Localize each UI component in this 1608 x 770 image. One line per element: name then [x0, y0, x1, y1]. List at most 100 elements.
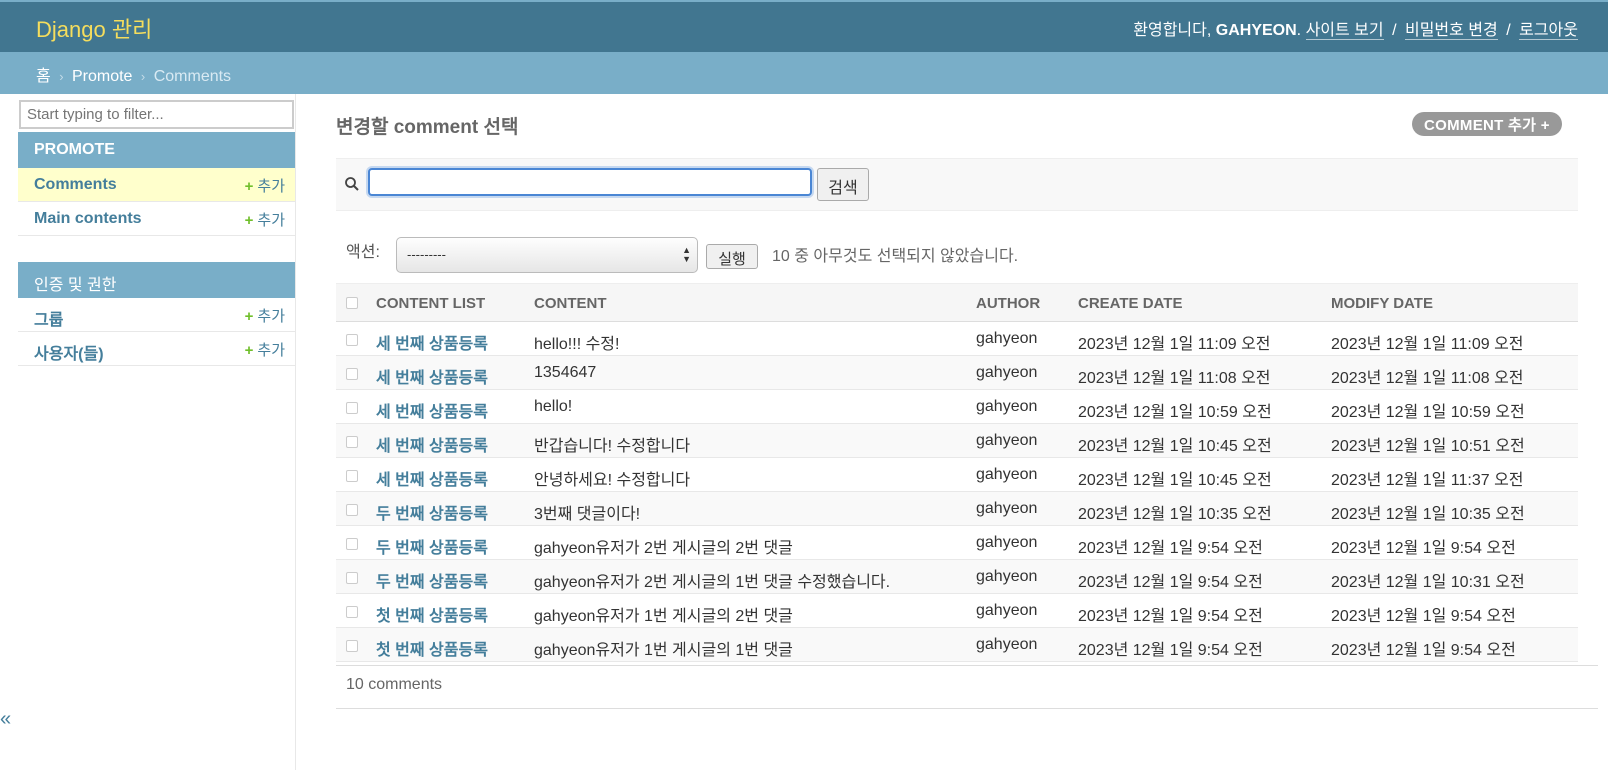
cell-author: gahyeon — [976, 500, 1038, 517]
sidebar-item-comments[interactable]: Comments + 추가 — [18, 168, 295, 202]
cell-content-list-link[interactable]: 두 번째 상품등록 — [376, 500, 488, 524]
row-checkbox[interactable] — [346, 436, 358, 448]
cell-content-list-link[interactable]: 세 번째 상품등록 — [376, 466, 488, 490]
search-icon — [345, 177, 359, 191]
select-all-checkbox[interactable] — [346, 297, 358, 309]
welcome-text: 환영합니다, — [1133, 22, 1212, 39]
row-checkbox[interactable] — [346, 606, 358, 618]
cell-create-date: 2023년 12월 1일 9:54 오전 — [1078, 540, 1263, 557]
add-comment-button[interactable]: COMMENT 추가 + — [1412, 112, 1562, 136]
breadcrumb-app[interactable]: Promote — [72, 68, 132, 85]
cell-content-list-link[interactable]: 세 번째 상품등록 — [376, 398, 488, 422]
change-password-link[interactable]: 비밀번호 변경 — [1404, 22, 1498, 40]
cell-modify-date: 2023년 12월 1일 11:08 오전 — [1331, 370, 1524, 387]
cell-content-list-link[interactable]: 세 번째 상품등록 — [376, 364, 488, 388]
cell-author: gahyeon — [976, 466, 1038, 483]
breadcrumb-home[interactable]: 홈 — [36, 68, 51, 85]
row-checkbox[interactable] — [346, 334, 358, 346]
sidebar-item-label[interactable]: 그룹 — [34, 306, 63, 330]
user-tools: 환영합니다, GAHYEON. 사이트 보기 / 비밀번호 변경 / 로그아웃 — [1133, 16, 1578, 40]
site-branding[interactable]: Django 관리 — [36, 12, 152, 44]
column-header-create-date[interactable]: CREATE DATE — [1078, 295, 1182, 312]
column-header-author[interactable]: AUTHOR — [976, 295, 1040, 312]
cell-content-list-link[interactable]: 두 번째 상품등록 — [376, 534, 488, 558]
table-row: 두 번째 상품등록 gahyeon유저가 2번 게시글의 2번 댓글 gahyeon… — [336, 526, 1578, 560]
module-caption-auth[interactable]: 인증 및 권한 — [18, 262, 295, 298]
action-label: 액션: — [346, 244, 380, 261]
cell-author: gahyeon — [976, 432, 1038, 449]
column-header-content-list[interactable]: CONTENT LIST — [376, 295, 485, 312]
sidebar-item-groups[interactable]: 그룹 + 추가 — [18, 298, 295, 332]
sidebar-item-label[interactable]: Comments — [34, 176, 117, 194]
add-group-link[interactable]: + 추가 — [245, 305, 285, 326]
row-checkbox[interactable] — [346, 504, 358, 516]
module-caption-promote[interactable]: PROMOTE — [18, 132, 295, 168]
cell-create-date: 2023년 12월 1일 11:08 오전 — [1078, 370, 1271, 387]
add-user-link[interactable]: + 추가 — [245, 339, 285, 360]
table-row: 세 번째 상품등록 hello!!! 수정! gahyeon 2023년 12월 1일… — [336, 322, 1578, 356]
table-header: CONTENT LIST CONTENT AUTHOR CREATE DATE … — [336, 283, 1578, 322]
cell-modify-date: 2023년 12월 1일 11:09 오전 — [1331, 336, 1524, 353]
cell-modify-date: 2023년 12월 1일 9:54 오전 — [1331, 540, 1516, 557]
nav-filter-input[interactable] — [19, 100, 294, 129]
result-list: CONTENT LIST CONTENT AUTHOR CREATE DATE … — [336, 283, 1578, 662]
cell-author: gahyeon — [976, 534, 1038, 551]
table-row: 세 번째 상품등록 안녕하세요! 수정합니다 gahyeon 2023년 12월 1일… — [336, 458, 1578, 492]
column-header-modify-date[interactable]: MODIFY DATE — [1331, 295, 1433, 312]
search-toolbar: 검색 — [336, 158, 1578, 211]
cell-content-list-link[interactable]: 두 번째 상품등록 — [376, 568, 488, 592]
cell-content: gahyeon유저가 2번 게시글의 1번 댓글 수정했습니다. — [534, 574, 891, 591]
cell-content: 반갑습니다! 수정합니다 — [534, 438, 691, 455]
cell-content: gahyeon유저가 1번 게시글의 2번 댓글 — [534, 608, 793, 625]
cell-create-date: 2023년 12월 1일 9:54 오전 — [1078, 608, 1263, 625]
add-label: 추가 — [257, 342, 285, 359]
table-row: 세 번째 상품등록 반갑습니다! 수정합니다 gahyeon 2023년 12월 1일… — [336, 424, 1578, 458]
table-row: 세 번째 상품등록 hello! gahyeon 2023년 12월 1일 10:59… — [336, 390, 1578, 424]
username: GAHYEON — [1215, 22, 1297, 39]
header: Django 관리 환영합니다, GAHYEON. 사이트 보기 / 비밀번호 … — [0, 0, 1608, 52]
sidebar-item-users[interactable]: 사용자(들) + 추가 — [18, 332, 295, 366]
row-checkbox[interactable] — [346, 538, 358, 550]
cell-content: hello! — [534, 398, 573, 415]
logout-link[interactable]: 로그아웃 — [1519, 22, 1578, 40]
cell-modify-date: 2023년 12월 1일 11:37 오전 — [1331, 472, 1524, 489]
cell-content-list-link[interactable]: 첫 번째 상품등록 — [376, 636, 488, 660]
sidebar-item-label[interactable]: Main contents — [34, 210, 142, 228]
breadcrumb-current: Comments — [153, 68, 232, 85]
cell-author: gahyeon — [976, 330, 1038, 347]
cell-create-date: 2023년 12월 1일 10:59 오전 — [1078, 404, 1272, 421]
row-checkbox[interactable] — [346, 368, 358, 380]
separator: / — [1392, 22, 1397, 39]
row-checkbox[interactable] — [346, 640, 358, 652]
cell-content-list-link[interactable]: 첫 번째 상품등록 — [376, 602, 488, 626]
nav-sidebar: PROMOTE Comments +추가 Main contents +추가 인… — [18, 94, 296, 770]
add-comment-link[interactable]: + 추가 — [245, 175, 285, 196]
add-label: 추가 — [257, 178, 285, 195]
table-row: 두 번째 상품등록 3번째 댓글이다! gahyeon 2023년 12월 1일 10… — [336, 492, 1578, 526]
sidebar-item-label[interactable]: 사용자(들) — [34, 340, 104, 364]
table-row: 두 번째 상품등록 gahyeon유저가 2번 게시글의 1번 댓글 수정했습니다… — [336, 560, 1578, 594]
add-main-content-link[interactable]: + 추가 — [245, 209, 285, 230]
breadcrumb: 홈 › Promote › Comments — [0, 52, 1608, 94]
cell-create-date: 2023년 12월 1일 11:09 오전 — [1078, 336, 1271, 353]
action-select[interactable]: --------- ▲ ▼ — [396, 237, 698, 273]
search-input[interactable] — [368, 168, 812, 196]
toggle-nav-sidebar-button[interactable]: « — [0, 708, 11, 731]
row-checkbox[interactable] — [346, 402, 358, 414]
cell-content-list-link[interactable]: 세 번째 상품등록 — [376, 330, 488, 354]
cell-content: 3번째 댓글이다! — [534, 506, 641, 523]
row-checkbox[interactable] — [346, 470, 358, 482]
sidebar-item-main-contents[interactable]: Main contents + 추가 — [18, 202, 295, 236]
cell-create-date: 2023년 12월 1일 10:35 오전 — [1078, 506, 1272, 523]
cell-create-date: 2023년 12월 1일 9:54 오전 — [1078, 574, 1263, 591]
search-button[interactable]: 검색 — [817, 168, 869, 201]
run-action-button[interactable]: 실행 — [706, 244, 758, 269]
column-header-content[interactable]: CONTENT — [534, 295, 607, 312]
cell-content: gahyeon유저가 2번 게시글의 2번 댓글 — [534, 540, 793, 557]
cell-content-list-link[interactable]: 세 번째 상품등록 — [376, 432, 488, 456]
table-row: 첫 번째 상품등록 gahyeon유저가 1번 게시글의 1번 댓글 gahyeon… — [336, 628, 1578, 662]
row-checkbox[interactable] — [346, 572, 358, 584]
cell-create-date: 2023년 12월 1일 10:45 오전 — [1078, 472, 1272, 489]
cell-author: gahyeon — [976, 602, 1038, 619]
view-site-link[interactable]: 사이트 보기 — [1305, 22, 1384, 40]
